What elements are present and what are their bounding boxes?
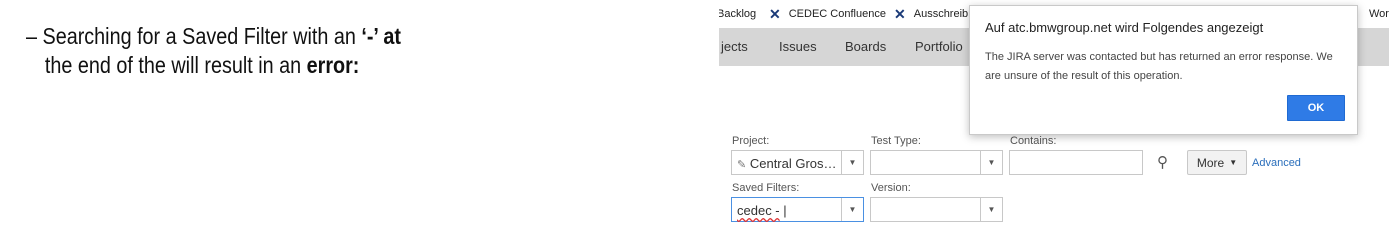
saved-filters-label: Saved Filters: [732, 182, 800, 194]
test-type-select[interactable]: ▼ [870, 150, 1003, 175]
nav-item-projects[interactable]: jects [721, 39, 748, 54]
project-label: Project: [732, 135, 770, 147]
nav-item-boards[interactable]: Boards [845, 39, 886, 54]
contains-label: Contains: [1010, 135, 1057, 147]
bookmark-label: CEDEC Confluence [788, 8, 886, 20]
nav-item-issues[interactable]: Issues [779, 39, 817, 54]
more-button[interactable]: More ▼ [1187, 150, 1247, 175]
project-value-text: Central Gros… [749, 156, 837, 171]
saved-filters-text: cedec - [737, 203, 780, 218]
slide-line-1: – Searching for a Saved Filter with an ‘… [26, 22, 508, 51]
search-icon[interactable]: ⚲ [1157, 153, 1168, 171]
slide-text: – Searching for a Saved Filter with an ‘… [26, 22, 508, 80]
bookmark-ausschreib[interactable]: ✕ Ausschreib [894, 5, 969, 22]
chevron-down-icon: ▼ [841, 198, 863, 221]
confluence-x-icon: ✕ [769, 5, 781, 22]
version-select[interactable]: ▼ [870, 197, 1003, 222]
project-value: ✎ Central Gros… [737, 156, 837, 171]
chevron-down-icon: ▼ [980, 198, 1002, 221]
alert-dialog: Auf atc.bmwgroup.net wird Folgendes ange… [969, 5, 1358, 135]
jira-screenshot: Backlog ✕ CEDEC Confluence ✕ Ausschreib … [719, 0, 1389, 232]
saved-filters-value: cedec - | [737, 203, 787, 218]
test-type-label: Test Type: [871, 135, 921, 147]
dialog-title: Auf atc.bmwgroup.net wird Folgendes ange… [985, 20, 1264, 35]
caret-down-icon: ▼ [1229, 158, 1238, 167]
saved-filters-select[interactable]: cedec - | ▼ [731, 197, 864, 222]
slide-line-1-bold: ‘-’ at [361, 23, 401, 49]
dialog-message: The JIRA server was contacted but has re… [985, 51, 1333, 82]
bookmark-label: Ausschreib [913, 8, 969, 20]
bookmark-label: Backlog [719, 8, 757, 20]
chevron-down-icon: ▼ [841, 151, 863, 174]
nav-item-portfolio[interactable]: Portfolio [915, 39, 963, 54]
chevron-down-icon: ▼ [980, 151, 1002, 174]
advanced-link[interactable]: Advanced [1252, 157, 1301, 169]
project-select[interactable]: ✎ Central Gros… ▼ [731, 150, 864, 175]
contains-input[interactable] [1009, 150, 1143, 175]
slide-line-2-bold: error: [306, 52, 360, 78]
ok-button[interactable]: OK [1287, 95, 1345, 121]
bookmark-backlog[interactable]: Backlog [719, 8, 756, 20]
bookmark-cedec-confluence[interactable]: ✕ CEDEC Confluence [769, 5, 886, 22]
slide-line-2-text: the end of the will result in an [44, 52, 307, 78]
project-type-icon: ✎ [737, 159, 747, 171]
text-cursor: | [783, 203, 787, 218]
bullet-dash: – [26, 23, 38, 49]
bookmark-work[interactable]: Work [1369, 8, 1389, 20]
more-label: More [1196, 155, 1225, 170]
version-label: Version: [871, 182, 911, 194]
confluence-x-icon: ✕ [894, 5, 906, 22]
slide-line-2: the end of the will result in an error: [26, 51, 508, 80]
slide-line-1-text: Searching for a Saved Filter with an [42, 23, 362, 49]
